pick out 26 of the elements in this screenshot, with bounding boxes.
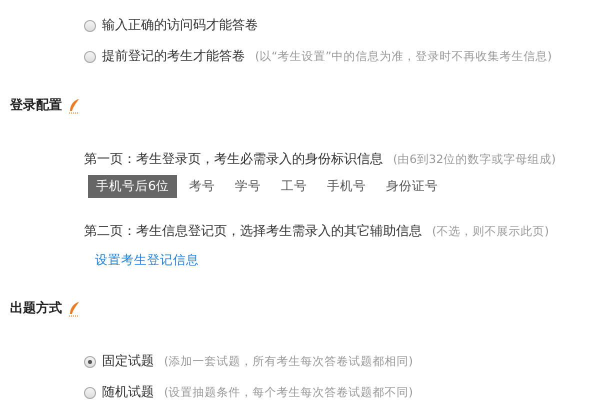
option-label: 提前登记的考生才能答卷 (102, 48, 245, 66)
id-type-tab[interactable]: 身份证号 (378, 175, 446, 198)
feather-icon (68, 98, 80, 114)
section-hint: (不选，则不展示此页) (432, 222, 549, 240)
radio-button[interactable] (84, 356, 96, 368)
section-hint: (由6到32位的数字或字母组成) (393, 150, 556, 168)
section-description: 第二页：考生信息登记页，选择考生需录入的其它辅助信息 (84, 222, 422, 241)
section-title: 出题方式 (10, 300, 62, 318)
id-type-tab[interactable]: 考号 (180, 175, 223, 198)
id-type-tab[interactable]: 手机号 (318, 175, 374, 198)
id-type-tab[interactable]: 学号 (226, 175, 269, 198)
radio-button[interactable] (84, 386, 96, 399)
option-label: 随机试题 (102, 384, 154, 400)
option-hint: (设置抽题条件，每个考生每次答卷试题都不同) (164, 384, 413, 400)
id-type-tab[interactable]: 手机号后6位 (88, 175, 177, 198)
settings-link[interactable]: 设置考生登记信息 (95, 252, 199, 268)
radio-button[interactable] (84, 50, 96, 62)
option-label: 固定试题 (102, 353, 154, 371)
section-description: 第一页：考生登录页，考生必需录入的身份标识信息 (84, 150, 383, 168)
feather-icon (68, 300, 80, 316)
section-title: 登录配置 (10, 97, 62, 115)
option-hint: (以“考生设置”中的信息为准，登录时不再收集考生信息) (255, 48, 552, 65)
id-type-tab[interactable]: 工号 (272, 175, 315, 198)
radio-button[interactable] (84, 20, 96, 32)
option-label: 输入正确的访问码才能答卷 (102, 16, 258, 35)
option-hint: (添加一套试题，所有考生每次答卷试题都相同) (164, 353, 413, 370)
